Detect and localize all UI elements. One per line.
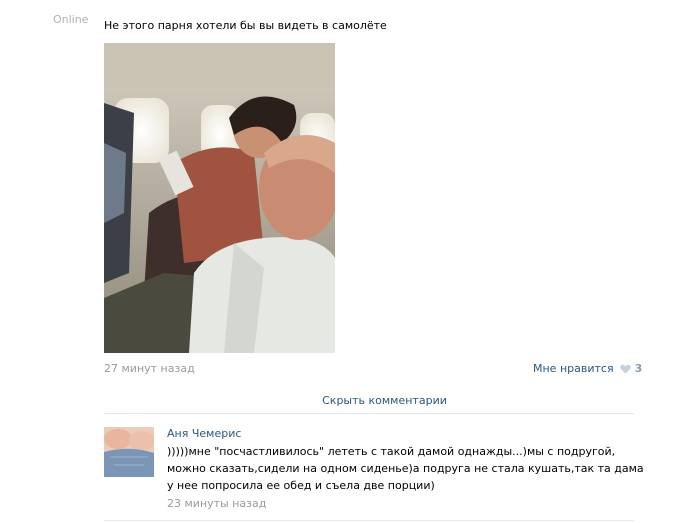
comment-text: )))))мне "посчастливилось" лететь с тако… <box>167 445 644 492</box>
post-text: Не этого парня хотели бы вы видеть в сам… <box>104 19 387 32</box>
hide-comments-row: Скрыть комментарии <box>0 394 699 407</box>
like-button[interactable]: Мне нравится 3 <box>533 362 642 375</box>
like-label: Мне нравится <box>533 362 614 375</box>
post-photo[interactable] <box>104 43 335 353</box>
hide-comments-link[interactable]: Скрыть комментарии <box>322 394 447 407</box>
like-count: 3 <box>634 362 643 375</box>
comments-divider-bottom <box>104 520 634 521</box>
comment-timestamp[interactable]: 23 минуты назад <box>167 497 266 510</box>
avatar-image <box>104 427 154 477</box>
online-status: Online <box>53 13 89 26</box>
post-timestamp[interactable]: 27 минут назад <box>104 362 195 375</box>
airplane-passengers-photo <box>104 43 335 353</box>
comment-author[interactable]: Аня Чемерис <box>167 427 241 440</box>
avatar[interactable] <box>104 427 154 477</box>
comments-divider-top <box>104 413 634 414</box>
heart-icon <box>619 364 631 374</box>
